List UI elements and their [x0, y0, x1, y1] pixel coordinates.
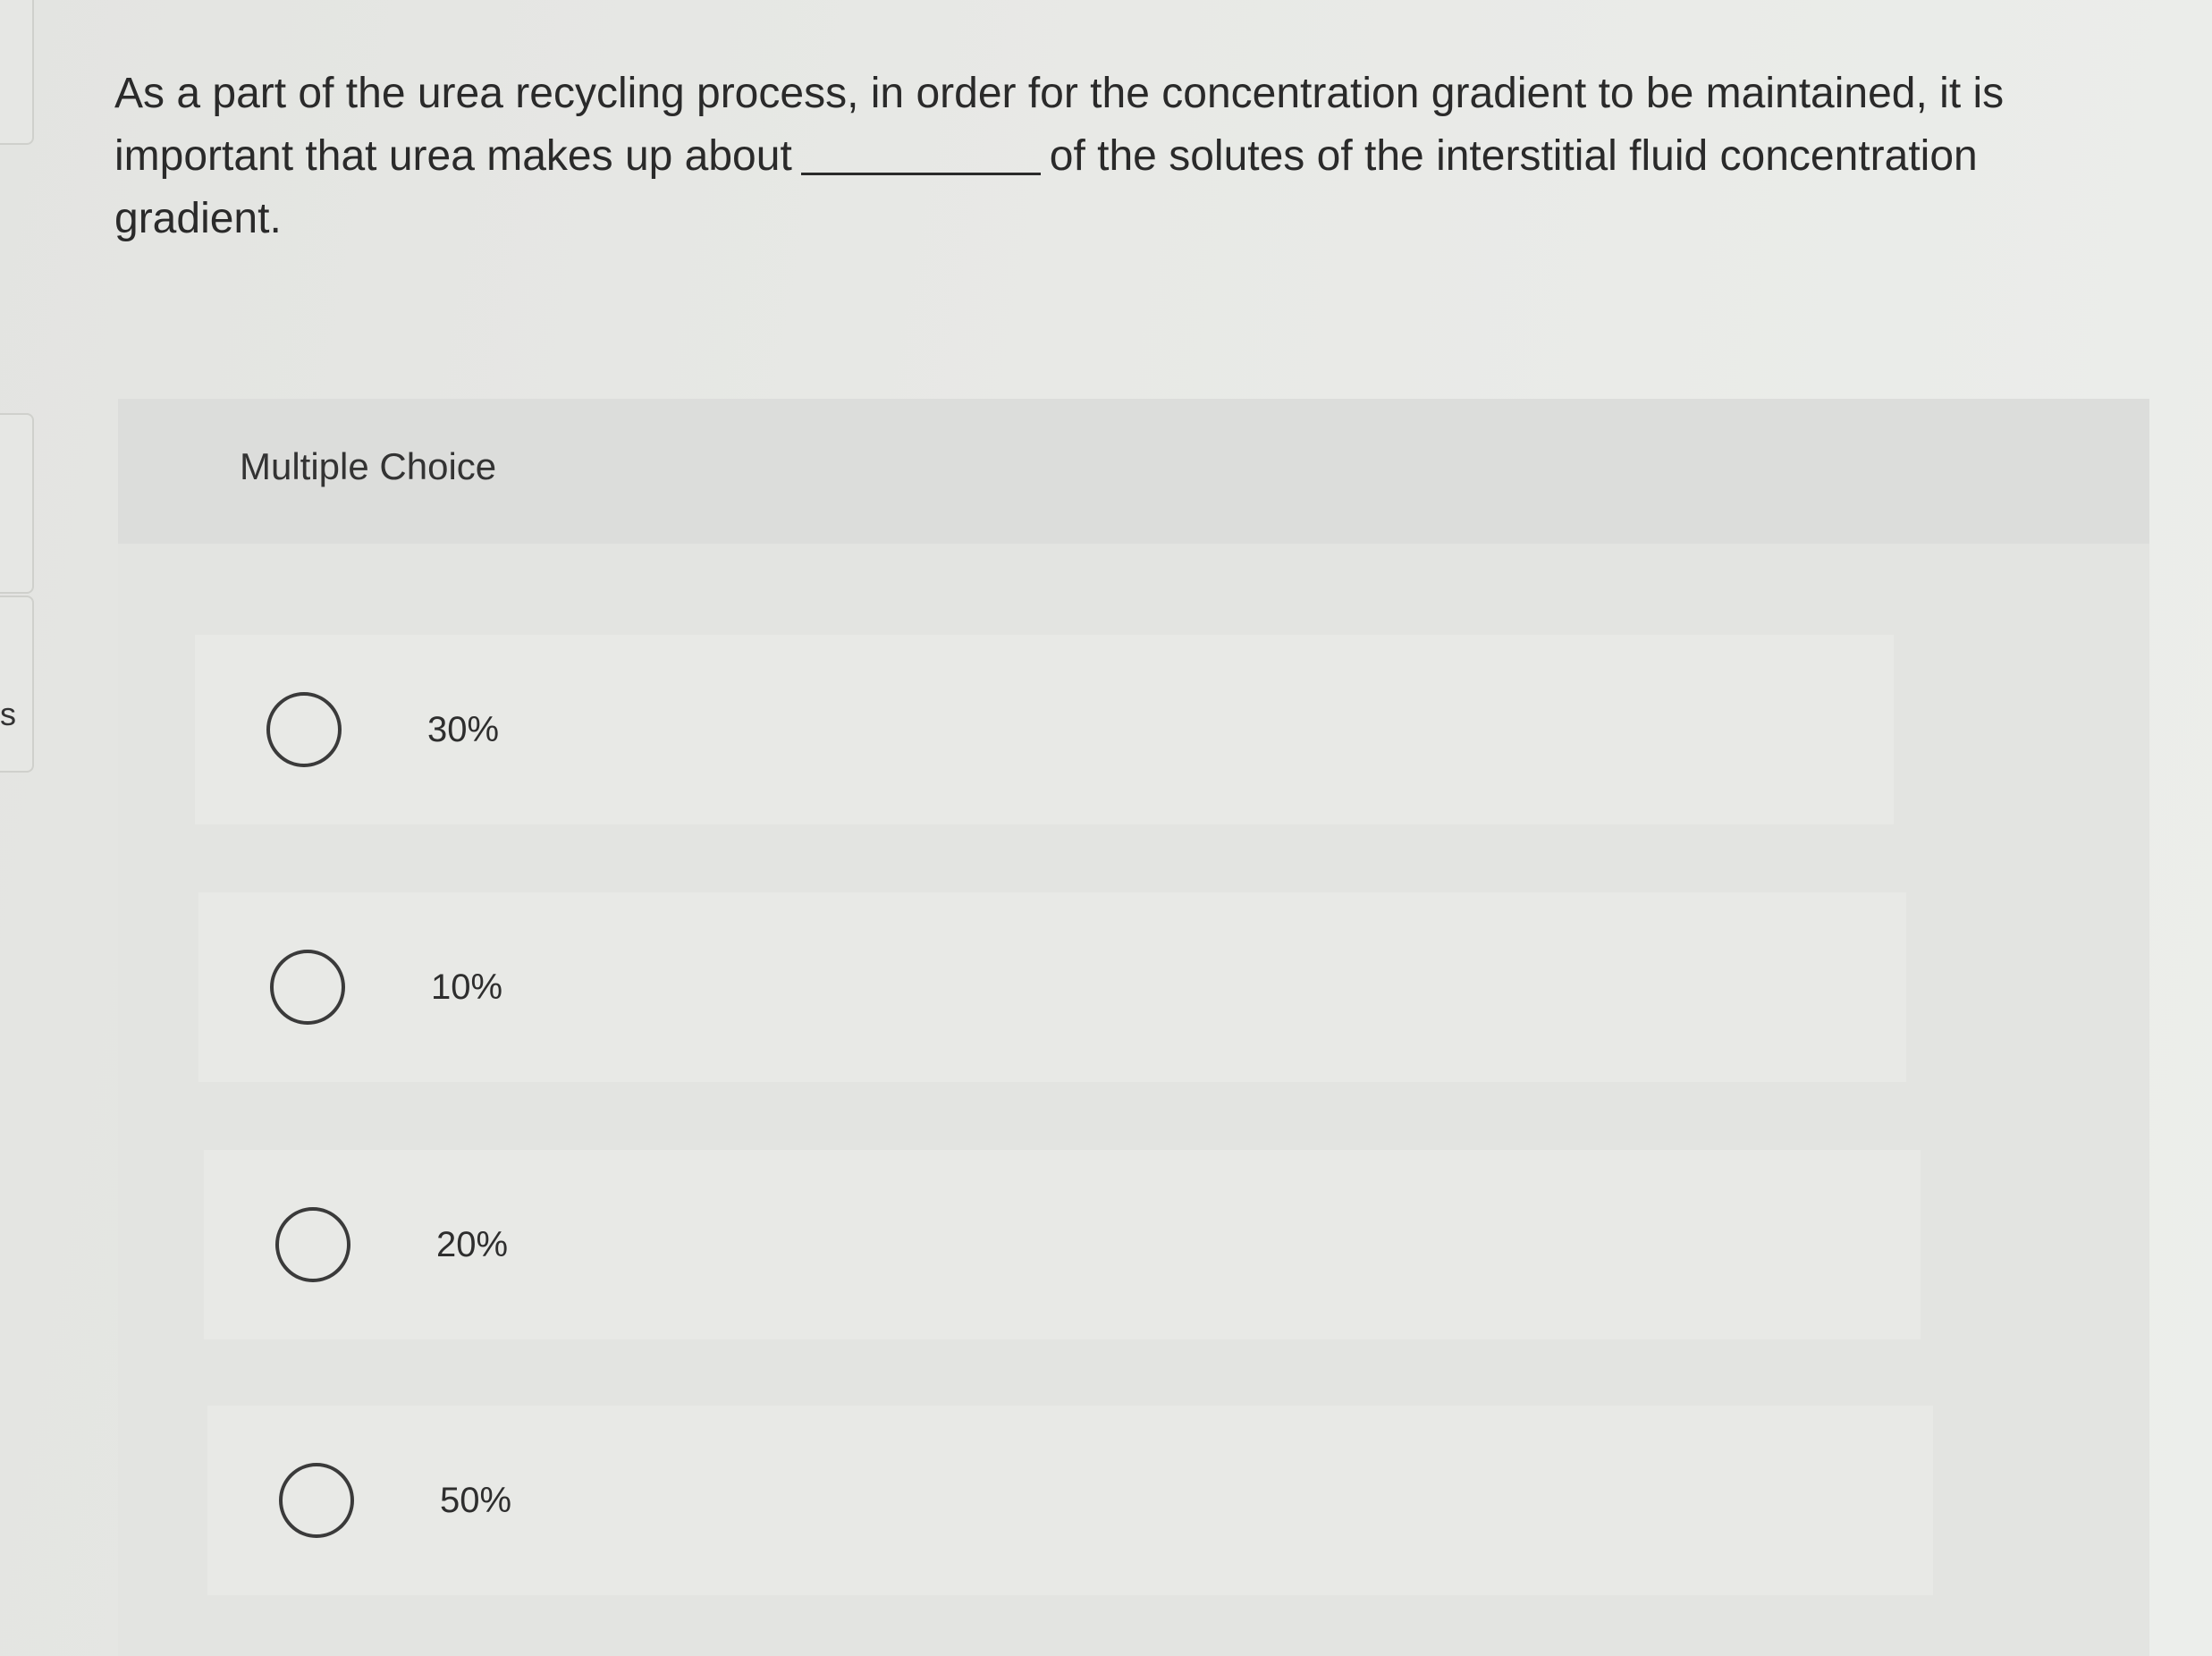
multiple-choice-panel: Multiple Choice 30% 10% 20% 50% — [118, 399, 2149, 1656]
option-10-percent[interactable]: 10% — [198, 892, 1906, 1082]
option-50-percent[interactable]: 50% — [207, 1406, 1933, 1595]
option-label: 20% — [436, 1224, 509, 1264]
answer-blank — [800, 173, 1041, 175]
option-20-percent[interactable]: 20% — [204, 1150, 1921, 1339]
option-30-percent[interactable]: 30% — [195, 635, 1894, 824]
radio-button[interactable] — [270, 950, 345, 1025]
multiple-choice-header: Multiple Choice — [118, 399, 2149, 544]
option-label: 50% — [440, 1480, 512, 1520]
radio-button[interactable] — [266, 692, 342, 767]
left-edge-panel-middle — [0, 413, 34, 594]
left-edge-letter: s — [0, 696, 16, 732]
multiple-choice-label: Multiple Choice — [240, 445, 497, 487]
question-text: As a part of the urea recycling process,… — [114, 63, 2153, 250]
left-edge-panel-top — [0, 0, 34, 145]
option-label: 30% — [427, 709, 500, 749]
radio-button[interactable] — [279, 1463, 354, 1538]
option-label: 10% — [431, 967, 503, 1007]
radio-button[interactable] — [275, 1207, 350, 1282]
left-edge-panel-lower — [0, 596, 34, 773]
